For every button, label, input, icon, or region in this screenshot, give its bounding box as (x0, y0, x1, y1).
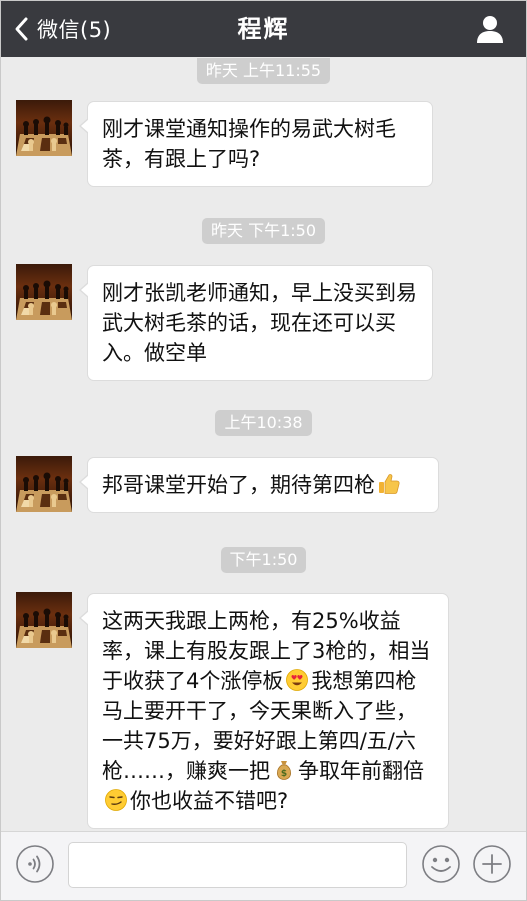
chess-board-image (16, 608, 72, 648)
plus-icon (473, 845, 511, 883)
timestamp-label: 下午1:50 (220, 547, 307, 573)
more-button[interactable] (472, 844, 512, 884)
message-text: 刚才张凯老师通知，早上没买到易武大树毛茶的话，现在还可以买入。做空单 (102, 281, 417, 365)
chess-board-image (16, 116, 72, 156)
timestamp-label: 昨天 上午11:55 (196, 58, 331, 84)
avatar[interactable] (16, 592, 72, 648)
message-input[interactable] (68, 842, 407, 888)
heart-eyes-emoji-icon (286, 669, 309, 691)
timestamp: 昨天 上午11:55 (1, 58, 526, 84)
emoji-button[interactable] (421, 844, 461, 884)
message-bubble[interactable]: 邦哥课堂开始了，期待第四枪 (79, 457, 439, 513)
input-bar (1, 831, 526, 900)
avatar[interactable] (16, 264, 72, 320)
timestamp: 上午10:38 (1, 410, 526, 436)
message-bubble[interactable]: 刚才课堂通知操作的易武大树毛茶，有跟上了吗? (79, 101, 433, 187)
timestamp-label: 昨天 下午1:50 (201, 218, 326, 244)
message-bubble[interactable]: 刚才张凯老师通知，早上没买到易武大树毛茶的话，现在还可以买入。做空单 (79, 265, 433, 381)
timestamp: 昨天 下午1:50 (1, 218, 526, 244)
chat-header: 微信(5) 程辉 (1, 1, 526, 57)
message-text: 邦哥课堂开始了，期待第四枪 (102, 473, 375, 497)
voice-icon (16, 845, 54, 883)
avatar[interactable] (16, 456, 72, 512)
money-bag-emoji-icon: $ (276, 761, 292, 780)
smirk-emoji-icon (105, 789, 127, 811)
message-bubble[interactable]: 这两天我跟上两枪，有25%收益率，课上有股友跟上了3枪的，相当于收获了4个涨停板… (79, 593, 449, 829)
timestamp-label: 上午10:38 (215, 410, 312, 436)
user-icon (477, 16, 503, 43)
message-text: 争取年前翻倍 (298, 759, 424, 783)
avatar[interactable] (16, 100, 72, 156)
timestamp: 下午1:50 (1, 547, 526, 573)
chess-board-image (16, 472, 72, 512)
message-text: 你也收益不错吧? (130, 789, 289, 813)
message-text: 刚才课堂通知操作的易武大树毛茶，有跟上了吗? (102, 117, 396, 171)
thumbs-up-icon (379, 474, 400, 494)
svg-text:$: $ (281, 769, 287, 779)
profile-button[interactable] (474, 13, 506, 45)
chat-title: 程辉 (237, 15, 290, 43)
voice-button[interactable] (15, 844, 55, 884)
chess-board-image (16, 280, 72, 320)
emoji-icon (422, 845, 460, 883)
